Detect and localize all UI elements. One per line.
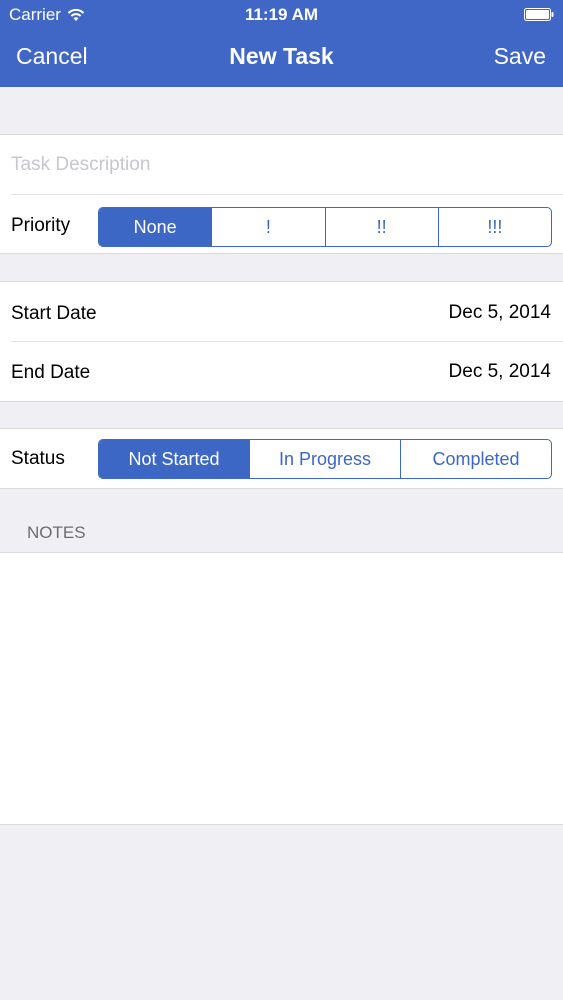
- task-description-field[interactable]: Task Description: [0, 135, 563, 194]
- status-label: Status: [11, 448, 65, 469]
- start-date-value: Dec 5, 2014: [448, 302, 551, 323]
- clock: 11:19 AM: [244, 5, 319, 24]
- start-date-row[interactable]: Start Date Dec 5, 2014: [0, 282, 563, 341]
- priority-row: Priority None ! !! !!!: [0, 194, 563, 253]
- priority-option-low[interactable]: !: [211, 208, 324, 246]
- dates-section: Start Date Dec 5, 2014 End Date Dec 5, 2…: [0, 281, 563, 402]
- end-date-label: End Date: [11, 362, 91, 383]
- priority-option-high[interactable]: !!!: [437, 208, 551, 246]
- task-details-section: Task Description Priority None ! !! !!!: [0, 134, 563, 254]
- status-option-in-progress[interactable]: In Progress: [249, 440, 400, 478]
- battery-icon: [524, 8, 554, 21]
- priority-segmented-control: None ! !! !!!: [98, 207, 552, 247]
- status-section: Status Not Started In Progress Completed: [0, 428, 563, 489]
- priority-option-none[interactable]: None: [99, 208, 212, 246]
- task-description-placeholder: Task Description: [11, 154, 151, 175]
- notes-value: [0, 553, 563, 573]
- start-date-label: Start Date: [11, 303, 97, 324]
- status-option-completed[interactable]: Completed: [400, 440, 551, 478]
- save-button[interactable]: Save: [494, 43, 546, 70]
- priority-label: Priority: [11, 215, 71, 236]
- notes-header: NOTES: [27, 523, 86, 542]
- status-bar: Carrier 11:19 AM: [0, 0, 563, 30]
- priority-option-medium[interactable]: !!: [324, 208, 438, 246]
- end-date-row[interactable]: End Date Dec 5, 2014: [0, 342, 563, 401]
- status-option-not-started[interactable]: Not Started: [99, 440, 249, 478]
- page-title: New Task: [229, 43, 334, 69]
- notes-text-area[interactable]: [0, 552, 563, 825]
- status-segmented-control: Not Started In Progress Completed: [98, 439, 552, 479]
- navigation-bar: Carrier 11:19 AM Cancel New Task Save: [0, 0, 563, 87]
- end-date-value: Dec 5, 2014: [448, 361, 551, 382]
